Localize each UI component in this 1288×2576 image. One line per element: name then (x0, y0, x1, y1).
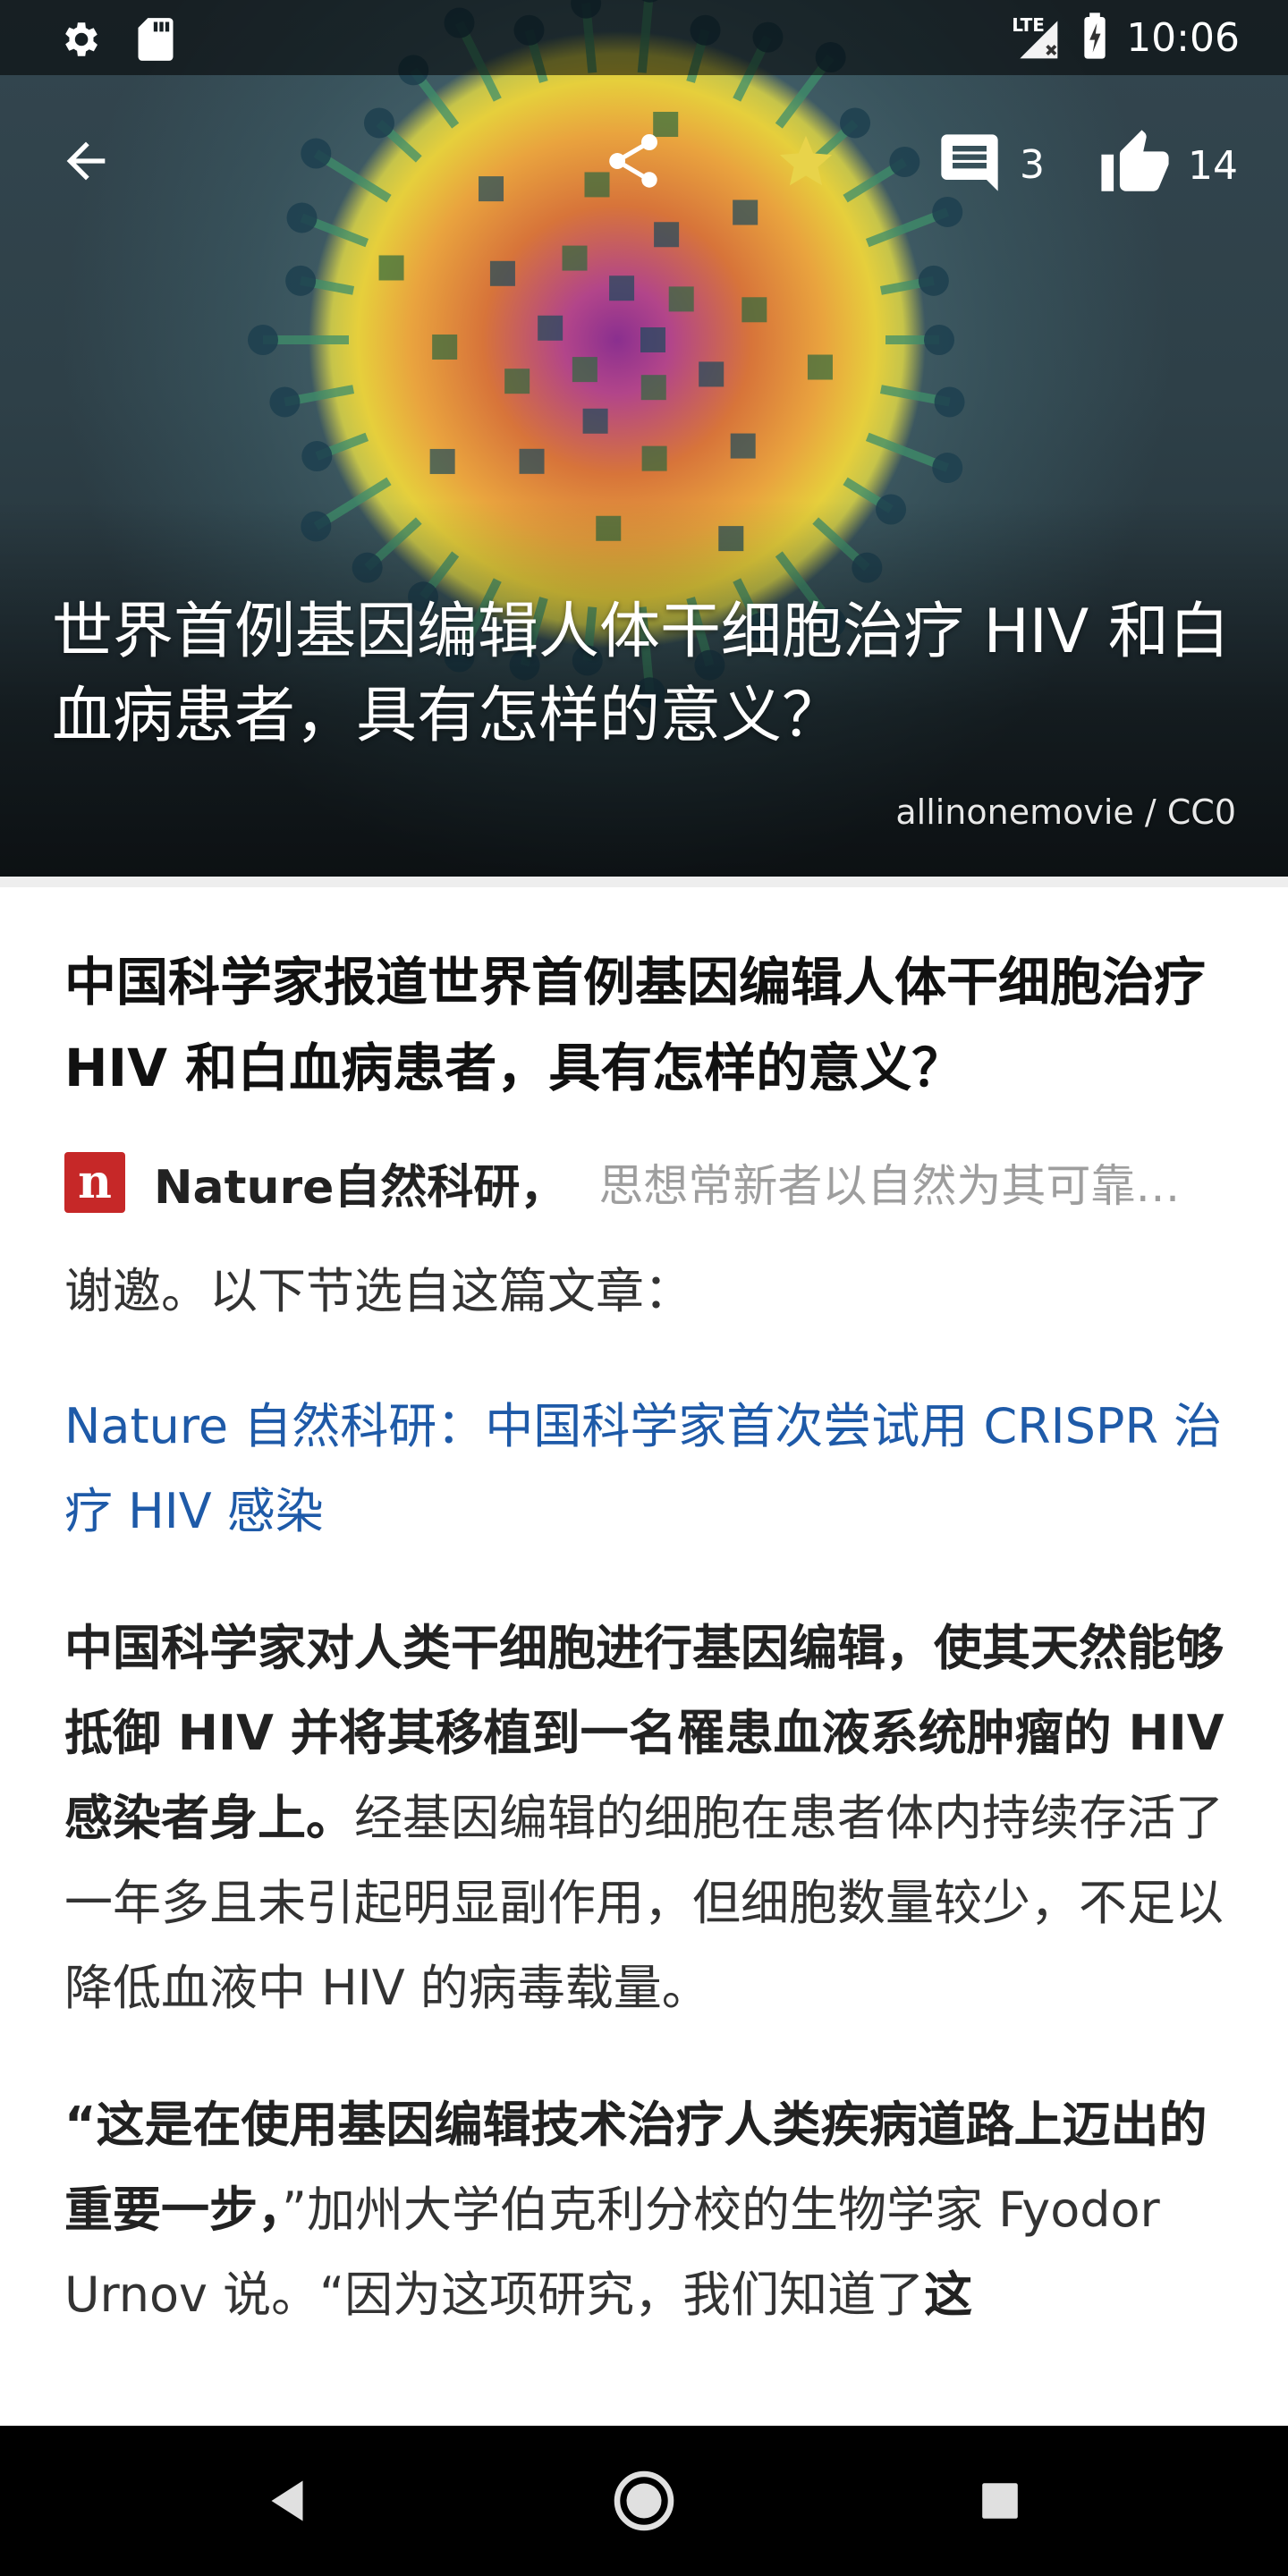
like-count: 14 (1188, 142, 1238, 189)
home-circle-icon[interactable] (612, 2469, 676, 2537)
author-avatar[interactable]: n (64, 1152, 125, 1213)
body-paragraph-2: “这是在使用基因编辑技术治疗人类疾病道路上迈出的重要一步，”加州大学伯克利分校的… (64, 2082, 1236, 2337)
status-bar: LTE 10:06 (0, 0, 1288, 75)
article-toolbar: 3 14 (0, 107, 1288, 215)
back-button[interactable] (57, 132, 114, 193)
hero-image: LTE 10:06 3 14 世界首例基因编辑人体干细胞治疗 HIV 和白血病患… (0, 0, 1288, 877)
share-button[interactable] (601, 129, 665, 197)
system-nav-bar (0, 2426, 1288, 2576)
author-bio: 思想常新者以自然为其可靠… (598, 1160, 1181, 1212)
signal-icon: LTE (1010, 13, 1063, 63)
intro-paragraph: 谢邀。以下节选自这篇文章： (64, 1263, 692, 1319)
star-icon (775, 131, 837, 197)
image-credit: allinonemovie / CC0 (895, 792, 1236, 832)
author-name[interactable]: Nature自然科研， (154, 1149, 566, 1216)
recents-square-icon[interactable] (980, 2481, 1020, 2524)
body-paragraph-2-bold-tail: 这 (924, 2267, 973, 2323)
back-triangle-icon[interactable] (265, 2476, 309, 2529)
hero-divider (0, 877, 1288, 887)
author-row[interactable]: n Nature自然科研， 思想常新者以自然为其可靠… (64, 1147, 1236, 1218)
thumb-up-icon (1098, 127, 1172, 204)
gear-icon (57, 17, 102, 65)
sd-card-icon (136, 16, 175, 66)
question-title[interactable]: 中国科学家报道世界首例基因编辑人体干细胞治疗 HIV 和白血病患者，具有怎样的意… (64, 939, 1236, 1111)
comment-count: 3 (1020, 141, 1045, 188)
hero-title: 世界首例基因编辑人体干细胞治疗 HIV 和白血病患者，具有怎样的意义？ (52, 597, 1230, 751)
comments-button[interactable]: 3 (936, 129, 1045, 200)
favorite-button[interactable] (775, 131, 837, 197)
body-paragraph-1: 中国科学家对人类干细胞进行基因编辑，使其天然能够抵御 HIV 并将其移植到一名罹… (64, 1606, 1236, 2030)
like-button[interactable]: 14 (1098, 127, 1238, 204)
status-time: 10:06 (1126, 14, 1240, 61)
back-arrow-icon (57, 132, 114, 193)
article-link[interactable]: Nature 自然科研：中国科学家首次尝试用 CRISPR 治疗 HIV 感染 (64, 1384, 1236, 1554)
share-icon (601, 129, 665, 197)
battery-charging-icon (1081, 11, 1108, 64)
comment-icon (936, 129, 1004, 200)
article-content: 中国科学家报道世界首例基因编辑人体干细胞治疗 HIV 和白血病患者，具有怎样的意… (64, 939, 1236, 2337)
